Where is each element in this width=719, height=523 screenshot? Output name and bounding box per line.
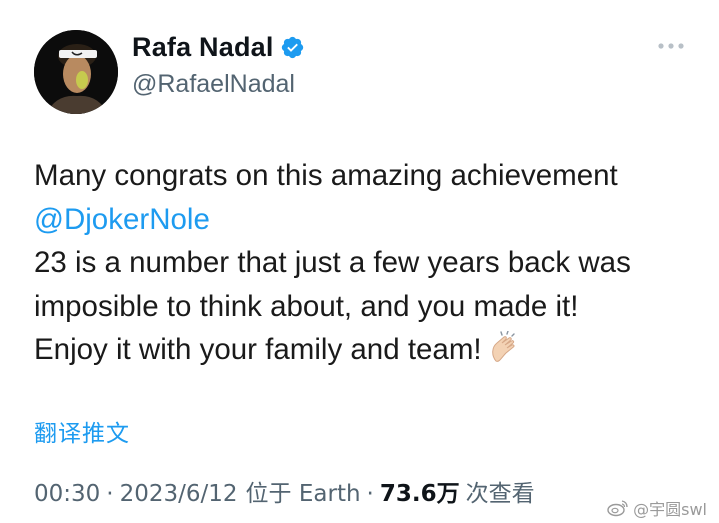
mention-link[interactable]: @DjokerNole — [34, 198, 704, 242]
translate-tweet-link[interactable]: 翻译推文 — [34, 414, 130, 448]
view-count[interactable]: 73.6万 — [380, 474, 460, 508]
tweet-time[interactable]: 00:30 — [34, 481, 100, 507]
separator-dot: · — [106, 481, 114, 507]
tweet-line: imposible to think about, and you made i… — [34, 289, 579, 323]
author-handle[interactable]: @RafaelNadal — [132, 70, 295, 99]
tweet-line-text: Enjoy it with your family and team! — [34, 333, 482, 366]
tweet-metadata: 00:30 · 2023/6/12 位于 Earth · 73.6万 次查看 — [34, 474, 535, 508]
tweet-text: Many congrats on this amazing achievemen… — [34, 154, 704, 378]
watermark: @宇圆swl — [607, 496, 707, 520]
tweet-line: 23 is a number that just a few years bac… — [34, 246, 631, 279]
tweet-location: 位于 Earth — [245, 481, 361, 507]
display-name[interactable]: Rafa Nadal — [132, 32, 274, 63]
tweet-card: Rafa Nadal @RafaelNadal Many congrats on… — [0, 0, 719, 523]
tweet-line: Many congrats on this amazing achievemen… — [34, 159, 618, 192]
watermark-text: @宇圆swl — [633, 500, 707, 519]
tweet-date[interactable]: 2023/6/12 — [120, 481, 238, 507]
author-name-row[interactable]: Rafa Nadal — [132, 32, 305, 63]
tweet-line-last: Enjoy it with your family and team! — [34, 328, 704, 378]
more-options-icon[interactable] — [651, 34, 691, 58]
clapping-hands-icon — [488, 330, 522, 378]
verified-badge-icon — [280, 35, 305, 60]
weibo-logo-icon — [607, 500, 628, 517]
separator-dot: · — [366, 481, 374, 507]
avatar[interactable] — [34, 30, 118, 114]
view-count-label: 次查看 — [465, 481, 535, 507]
